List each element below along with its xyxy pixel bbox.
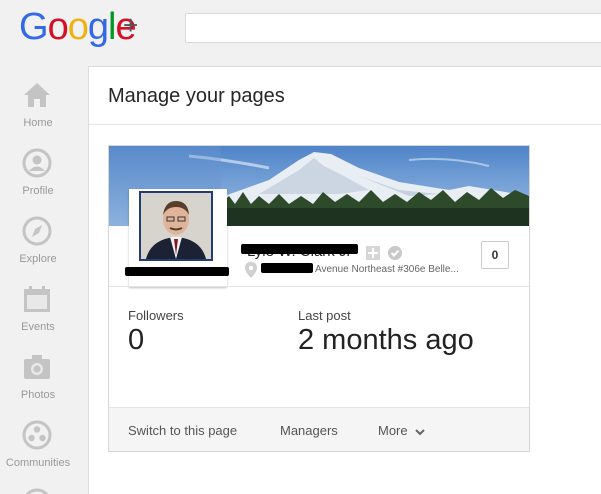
card-footer: Switch to this page Managers More — [109, 407, 529, 451]
main-panel: Manage your pages Avenue Northeast #306e… — [88, 66, 601, 494]
nav-label: Home — [23, 117, 53, 129]
page-card: Lyle W. Clark Jr Avenue Northeast #306e … — [108, 145, 530, 452]
home-icon — [24, 83, 50, 107]
profile-icon — [22, 148, 52, 178]
avatar-image — [141, 193, 211, 259]
last-post-value: 2 months ago — [298, 324, 474, 356]
nav-item-events[interactable]: Events — [0, 284, 76, 352]
location-pin-icon — [245, 262, 257, 278]
redacted-name — [241, 244, 358, 254]
managers-link[interactable]: Managers — [280, 423, 338, 438]
nav-label: Profile — [22, 185, 54, 197]
nav-item-profile[interactable]: Profile — [0, 148, 76, 216]
logo-letter: o — [47, 6, 69, 48]
avatar — [139, 191, 213, 261]
redacted-text — [125, 267, 229, 276]
google-logo[interactable]: Google — [19, 6, 137, 48]
more-menu[interactable]: More — [378, 423, 426, 438]
nav-label: Explore — [19, 253, 57, 265]
verified-icon — [388, 246, 402, 260]
compass-icon — [22, 216, 52, 246]
page-title: Manage your pages — [108, 85, 285, 107]
nav-label: Communities — [5, 457, 71, 469]
followers-value: 0 — [128, 324, 145, 356]
nav-item-communities[interactable]: Communities — [0, 420, 76, 488]
page-address: Avenue Northeast #306e Belle... — [315, 264, 459, 275]
nav-label: Photos — [20, 389, 56, 401]
nav-item-home[interactable]: Home — [0, 80, 76, 148]
nav-item-explore[interactable]: Explore — [0, 216, 76, 284]
avatar-frame[interactable] — [125, 189, 229, 287]
communities-icon — [22, 420, 52, 450]
switch-to-page-link[interactable]: Switch to this page — [128, 423, 237, 438]
camera-icon — [24, 355, 50, 379]
top-bar: Google + — [0, 0, 601, 56]
logo-letter: o — [67, 6, 89, 48]
logo-letter: g — [87, 6, 109, 48]
more-label: More — [378, 423, 408, 438]
divider — [109, 286, 529, 287]
logo-plus: + — [123, 10, 139, 40]
followers-label: Followers — [128, 308, 184, 323]
left-nav: Home Profile Explore Events Photos Commu… — [0, 60, 76, 494]
calendar-icon — [24, 286, 50, 312]
redacted-address — [261, 263, 313, 273]
search-input[interactable] — [185, 13, 601, 43]
plus-one-count[interactable]: 0 — [481, 241, 509, 269]
nav-item-photos[interactable]: Photos — [0, 352, 76, 420]
nav-item-more[interactable] — [22, 488, 52, 494]
nav-label: Events — [21, 321, 55, 333]
main-header: Manage your pages — [89, 67, 601, 125]
last-post-label: Last post — [298, 308, 351, 323]
logo-letter: G — [19, 6, 49, 48]
chevron-down-icon — [414, 428, 425, 435]
more-icon — [25, 488, 49, 494]
plus-badge-icon — [366, 246, 380, 260]
